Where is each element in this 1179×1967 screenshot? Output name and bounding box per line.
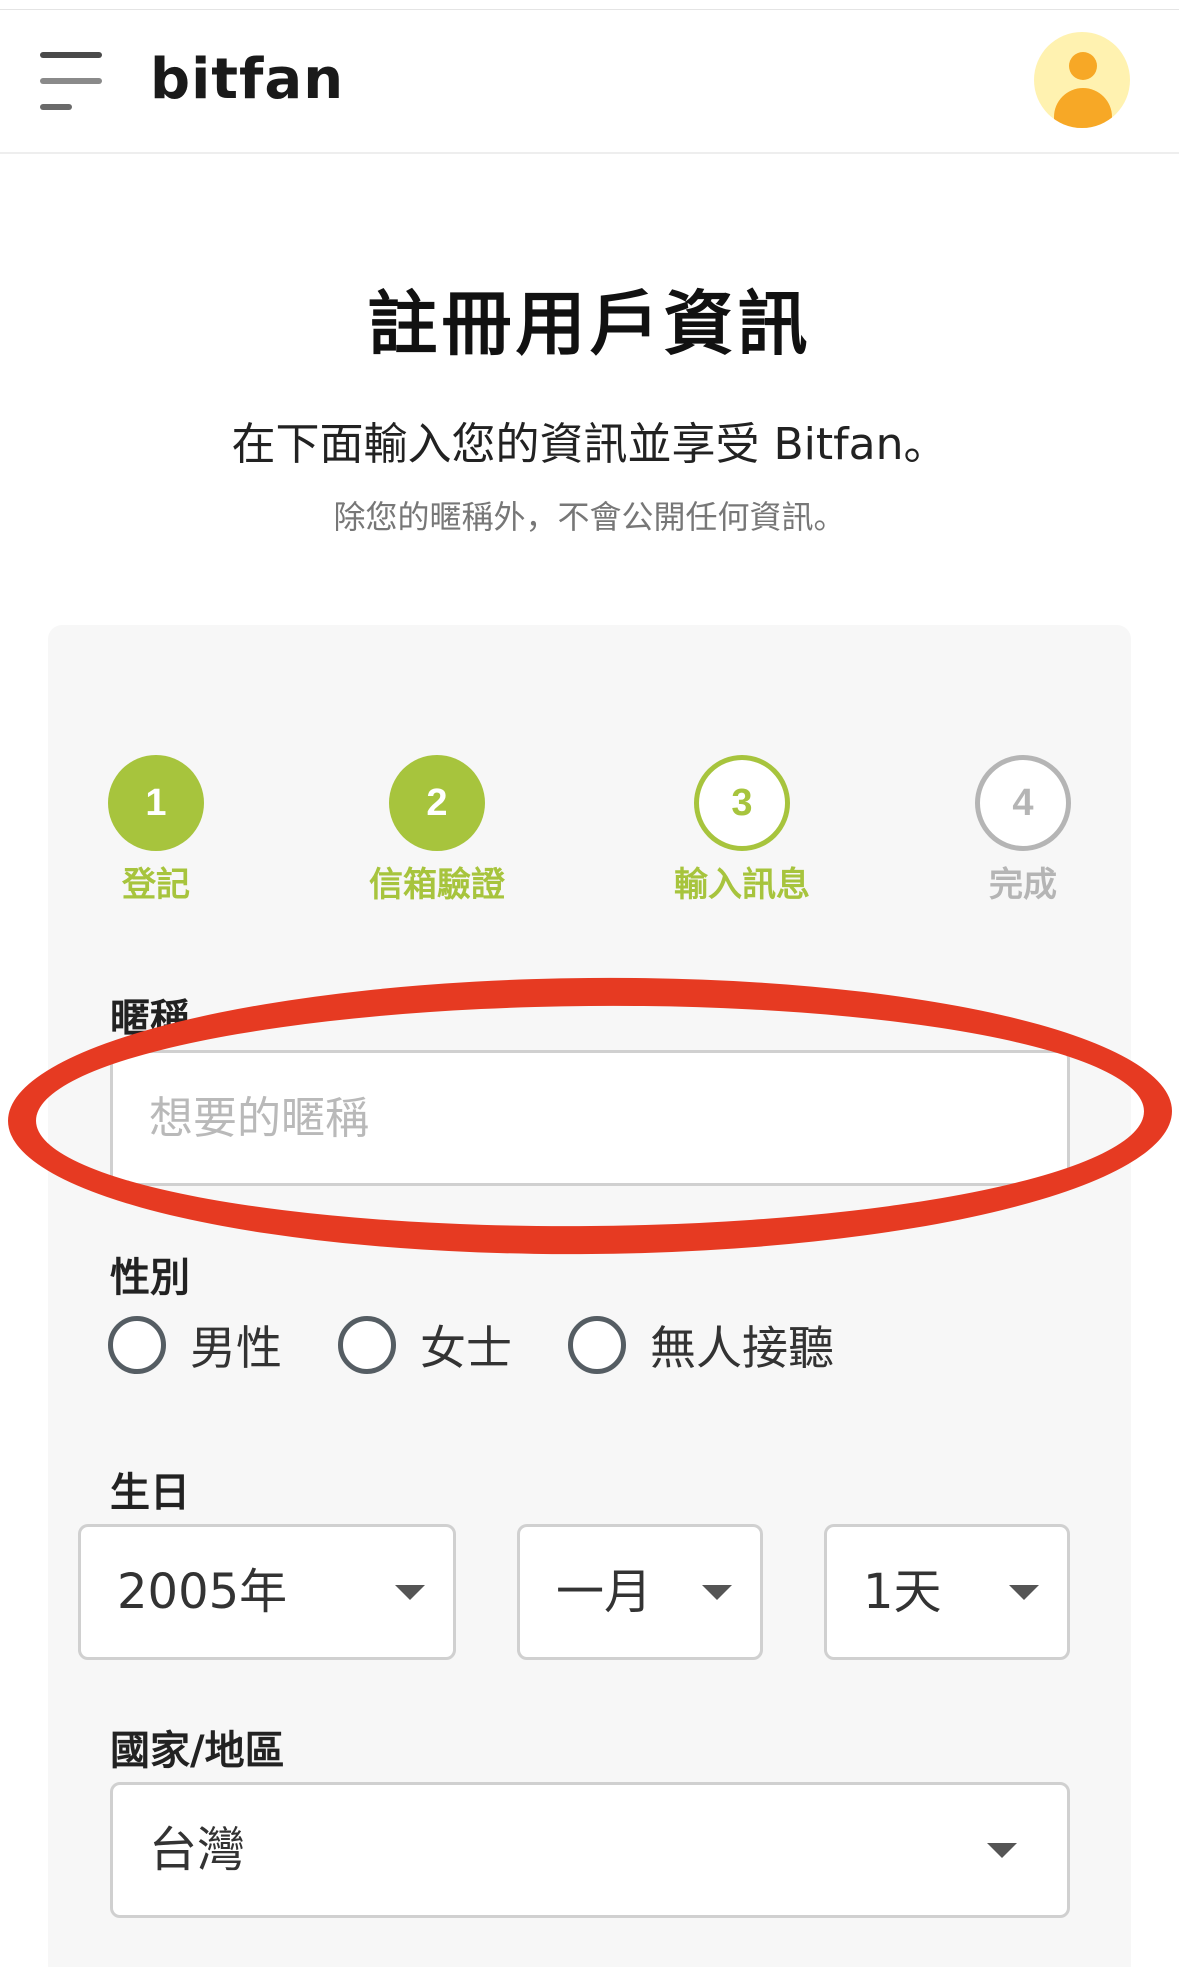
dropdown-caret-icon bbox=[1009, 1585, 1039, 1600]
gender-radio-unspecified[interactable]: 無人接聽 bbox=[568, 1312, 834, 1378]
birth-day-select[interactable]: 1天 bbox=[824, 1524, 1070, 1660]
radio-label: 男性 bbox=[190, 1321, 282, 1375]
privacy-note: 除您的暱稱外，不會公開任何資訊。 bbox=[333, 498, 846, 536]
select-value: 2005年 bbox=[117, 1564, 288, 1620]
radio-label: 女士 bbox=[420, 1321, 512, 1375]
birth-month-select[interactable]: 一月 bbox=[517, 1524, 763, 1660]
radio-circle-icon bbox=[108, 1316, 166, 1374]
country-label: 國家/地區 bbox=[110, 1728, 285, 1774]
step-enter-info: 3 輸入訊息 bbox=[657, 755, 827, 906]
gender-radio-female[interactable]: 女士 bbox=[338, 1312, 512, 1378]
nickname-input[interactable] bbox=[110, 1050, 1070, 1186]
step-email-verification: 2 信箱驗證 bbox=[352, 755, 522, 906]
birthday-label: 生日 bbox=[110, 1470, 190, 1516]
radio-circle-icon bbox=[568, 1316, 626, 1374]
step-number: 1 bbox=[108, 755, 204, 851]
step-label: 輸入訊息 bbox=[674, 865, 810, 905]
page-title: 註冊用戶資訊 bbox=[367, 283, 812, 365]
step-number: 2 bbox=[389, 755, 485, 851]
gender-label: 性別 bbox=[110, 1255, 190, 1301]
nickname-label: 暱稱 bbox=[110, 996, 190, 1042]
step-complete: 4 完成 bbox=[938, 755, 1108, 906]
gender-radio-group: 男性 女士 無人接聽 bbox=[108, 1310, 890, 1380]
status-bar-divider bbox=[0, 0, 1179, 10]
user-avatar-icon[interactable] bbox=[1034, 32, 1130, 128]
step-label: 信箱驗證 bbox=[369, 865, 505, 905]
dropdown-caret-icon bbox=[987, 1843, 1017, 1858]
select-value: 1天 bbox=[863, 1564, 942, 1620]
radio-circle-icon bbox=[338, 1316, 396, 1374]
logo-text: bitfan bbox=[150, 47, 345, 112]
step-label: 登記 bbox=[122, 865, 190, 905]
select-value: 一月 bbox=[556, 1564, 653, 1620]
dropdown-caret-icon bbox=[702, 1585, 732, 1600]
step-register: 1 登記 bbox=[71, 755, 241, 906]
step-number: 3 bbox=[694, 755, 790, 851]
country-select[interactable]: 台灣 bbox=[110, 1782, 1070, 1918]
gender-radio-male[interactable]: 男性 bbox=[108, 1312, 282, 1378]
page-subtitle: 在下面輸入您的資訊並享受 Bitfan。 bbox=[231, 419, 948, 470]
dropdown-caret-icon bbox=[395, 1585, 425, 1600]
birth-year-select[interactable]: 2005年 bbox=[78, 1524, 456, 1660]
step-number: 4 bbox=[975, 755, 1071, 851]
app-header: bitfan bbox=[0, 10, 1179, 154]
select-value: 台灣 bbox=[149, 1822, 246, 1878]
hamburger-menu-icon[interactable] bbox=[40, 50, 104, 114]
step-label: 完成 bbox=[989, 865, 1057, 905]
radio-label: 無人接聽 bbox=[650, 1321, 834, 1375]
bitfan-logo[interactable]: bitfan bbox=[150, 52, 344, 108]
